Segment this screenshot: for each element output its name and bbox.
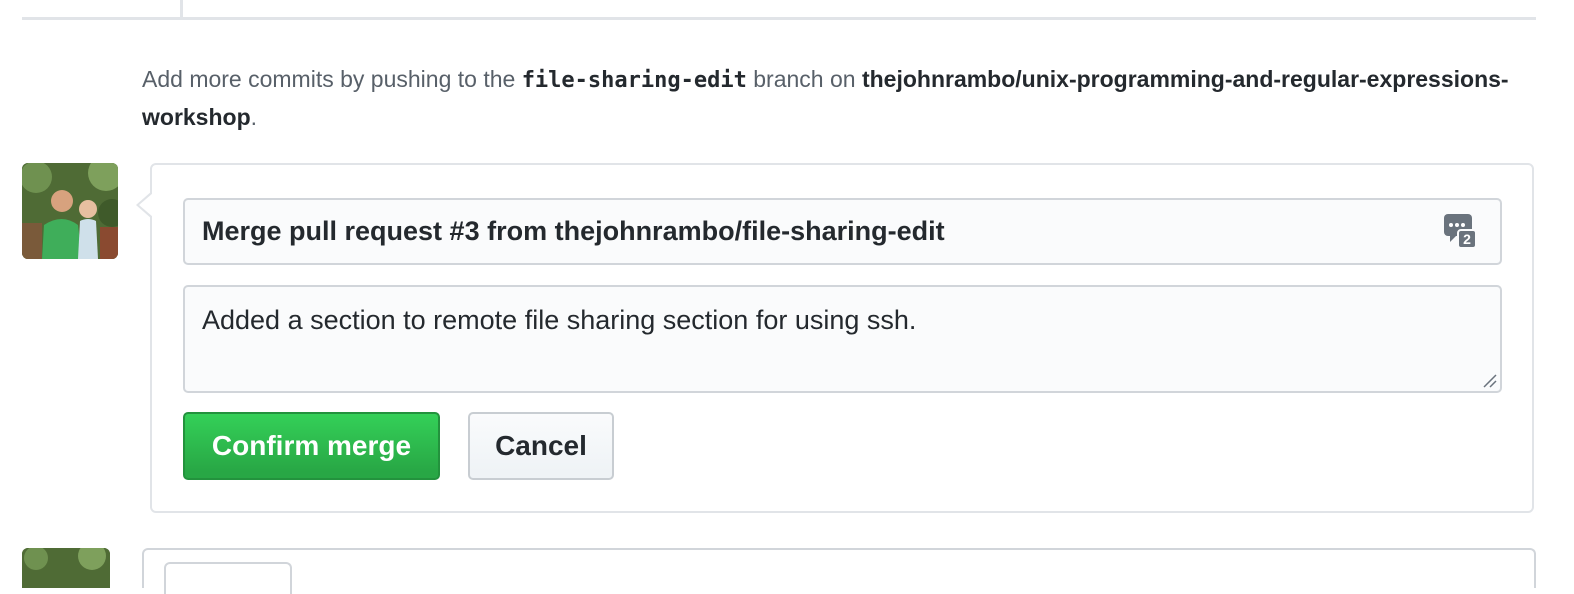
write-tab[interactable] [164, 562, 292, 594]
hint-prefix: Add more commits by pushing to the [142, 66, 522, 92]
timeline-divider [22, 17, 1536, 20]
merge-title-value: Merge pull request #3 from thejohnrambo/… [202, 216, 945, 246]
merge-body-textarea[interactable]: Added a section to remote file sharing s… [183, 285, 1502, 393]
merge-body-value: Added a section to remote file sharing s… [202, 305, 917, 335]
hint-suffix: . [250, 104, 258, 130]
avatar[interactable] [22, 548, 110, 588]
timeline-divider-vertical [180, 0, 183, 18]
push-commits-hint: Add more commits by pushing to the file-… [142, 61, 1522, 135]
saved-replies-badge: 2 [1463, 231, 1471, 247]
resize-handle-icon[interactable] [1482, 373, 1498, 389]
confirm-merge-button[interactable]: Confirm merge [183, 412, 440, 480]
saved-replies-icon[interactable]: 2 [1442, 212, 1478, 252]
comment-box [142, 548, 1536, 594]
speech-arrow-fill [139, 193, 153, 217]
avatar[interactable] [22, 163, 118, 259]
cancel-button[interactable]: Cancel [468, 412, 614, 480]
hint-middle: branch on [746, 66, 862, 92]
branch-name: file-sharing-edit [521, 68, 747, 93]
avatar-photo [22, 163, 118, 259]
avatar-photo [22, 548, 110, 588]
merge-title-input[interactable]: Merge pull request #3 from thejohnrambo/… [183, 198, 1502, 265]
